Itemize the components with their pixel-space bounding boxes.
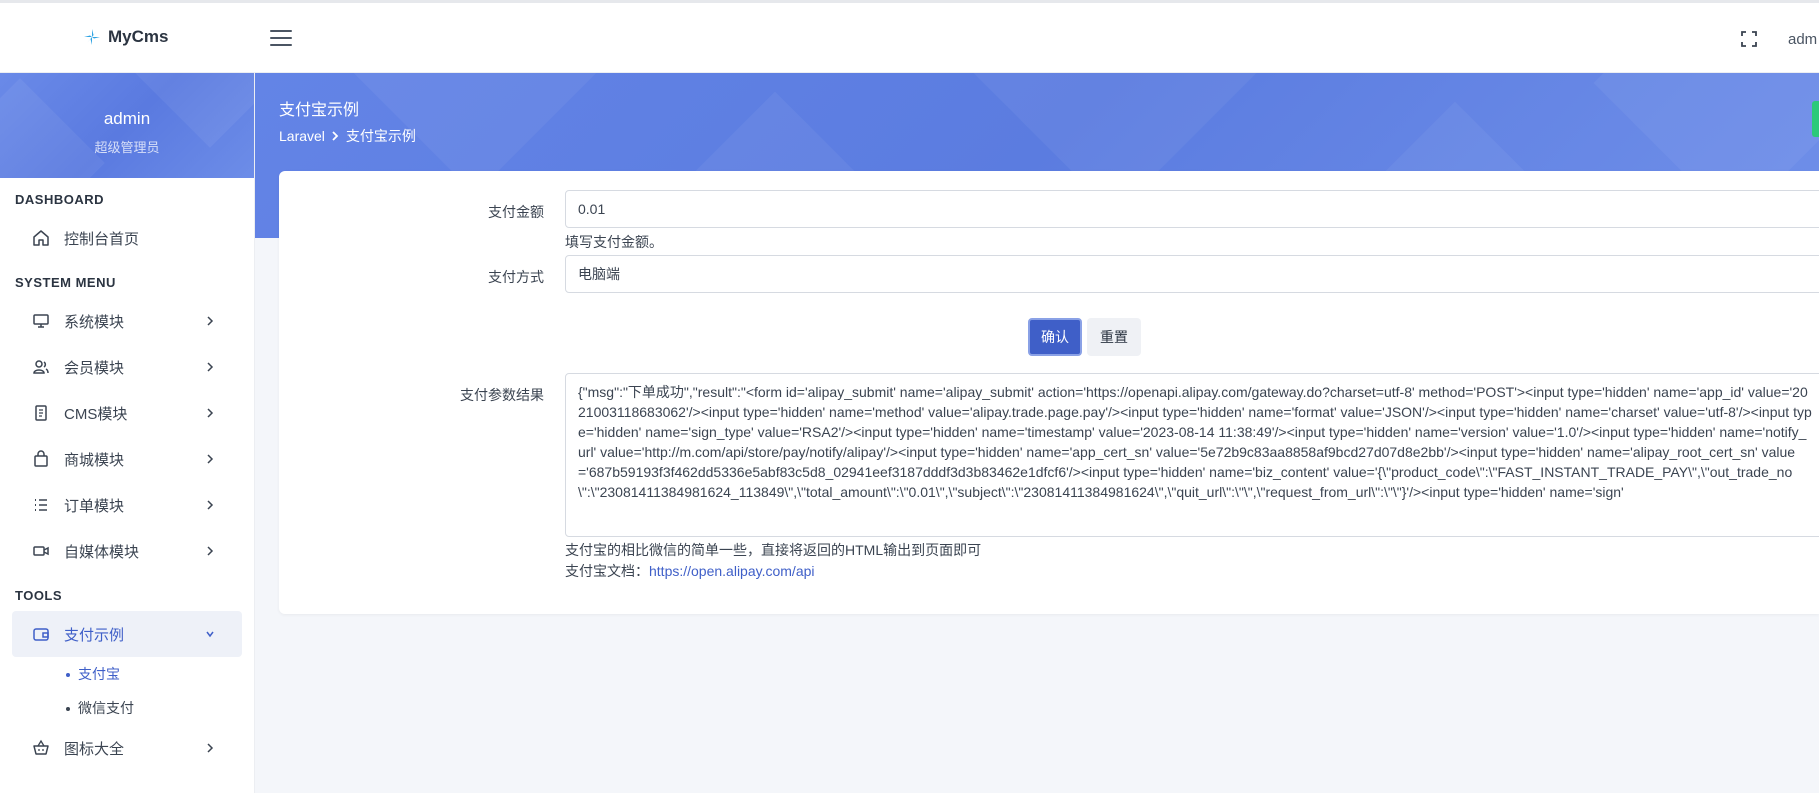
reset-button[interactable]: 重置 <box>1087 318 1141 356</box>
list-icon <box>32 496 50 514</box>
result-help-text: 支付宝的相比微信的简单一些，直接将返回的HTML输出到页面即可 <box>565 542 982 558</box>
brand-name: MyCms <box>108 27 169 46</box>
settings-tab-button[interactable] <box>1812 101 1819 137</box>
amount-input[interactable]: 0.01 <box>565 190 1819 228</box>
chevron-right-icon <box>207 743 214 753</box>
sidebar-item-shop-module[interactable]: 商城模块 <box>0 436 254 482</box>
sidebar-item-payment-demo[interactable]: 支付示例 <box>12 611 242 657</box>
home-icon <box>32 229 50 247</box>
bag-icon <box>32 450 50 468</box>
method-value: 电脑端 <box>578 266 620 282</box>
users-icon <box>32 358 50 376</box>
top-navbar: MyCms adm <box>0 0 1819 73</box>
amount-label: 支付金额 <box>488 204 544 220</box>
sidebar-subitem-label: 微信支付 <box>78 700 134 716</box>
sidebar-item-label: 订单模块 <box>64 497 125 515</box>
fullscreen-icon[interactable] <box>1741 31 1757 47</box>
bullet-icon <box>66 707 70 711</box>
chevron-right-icon <box>207 500 214 510</box>
document-icon <box>32 404 50 422</box>
video-icon <box>32 542 50 560</box>
chevron-right-icon <box>332 131 339 141</box>
section-dashboard: DASHBOARD <box>15 192 104 207</box>
chevron-right-icon <box>207 362 214 372</box>
basket-icon <box>32 739 50 757</box>
sidebar-item-label: 支付示例 <box>64 626 125 644</box>
sidebar-item-system-module[interactable]: 系统模块 <box>0 298 254 344</box>
sidebar-user-role: 超级管理员 <box>94 140 160 155</box>
sidebar-subitem-wechat-pay[interactable]: 微信支付 <box>0 691 254 725</box>
chevron-right-icon <box>207 546 214 556</box>
wallet-icon <box>32 625 50 643</box>
breadcrumb: Laravel 支付宝示例 <box>279 126 416 146</box>
alipay-doc-link[interactable]: https://open.alipay.com/api <box>649 563 815 579</box>
chevron-down-icon <box>206 631 214 638</box>
sidebar: admin 超级管理员 DASHBOARD 控制台首页 SYSTEM MENU … <box>0 73 255 793</box>
chevron-right-icon <box>207 316 214 326</box>
confirm-button[interactable]: 确认 <box>1028 318 1082 356</box>
amount-help-text: 填写支付金额。 <box>565 234 663 250</box>
amount-value: 0.01 <box>578 201 606 217</box>
chevron-right-icon <box>207 454 214 464</box>
user-menu[interactable]: adm <box>1788 31 1817 48</box>
sidebar-subitem-label: 支付宝 <box>78 666 120 682</box>
bullet-icon <box>66 673 70 677</box>
page-title: 支付宝示例 <box>279 102 360 119</box>
sidebar-user-name: admin <box>103 109 151 128</box>
sidebar-item-label: 图标大全 <box>64 740 125 758</box>
breadcrumb-root[interactable]: Laravel <box>279 128 325 144</box>
result-label: 支付参数结果 <box>460 387 544 403</box>
doc-link-line: 支付宝文档：https://open.alipay.com/api <box>565 561 815 581</box>
sidebar-item-label: 商城模块 <box>64 451 125 469</box>
sidebar-item-label: 会员模块 <box>64 359 125 377</box>
method-label: 支付方式 <box>488 269 544 285</box>
sidebar-item-label: 控制台首页 <box>64 230 140 248</box>
logo-icon <box>84 29 100 45</box>
sidebar-item-label: 系统模块 <box>64 313 125 331</box>
sidebar-item-label: 自媒体模块 <box>64 543 140 561</box>
sidebar-subitem-alipay[interactable]: 支付宝 <box>0 657 254 691</box>
sidebar-item-icons[interactable]: 图标大全 <box>0 725 254 771</box>
monitor-icon <box>32 312 50 330</box>
section-system-menu: SYSTEM MENU <box>15 275 116 290</box>
doc-prefix: 支付宝文档： <box>565 563 649 579</box>
sidebar-item-dashboard-home[interactable]: 控制台首页 <box>0 215 254 261</box>
sidebar-item-order-module[interactable]: 订单模块 <box>0 482 254 528</box>
menu-toggle-icon[interactable] <box>270 30 292 48</box>
sidebar-item-media-module[interactable]: 自媒体模块 <box>0 528 254 574</box>
user-panel: admin 超级管理员 <box>0 73 254 178</box>
breadcrumb-current: 支付宝示例 <box>345 128 416 144</box>
section-tools: TOOLS <box>15 588 63 603</box>
method-select[interactable]: 电脑端 <box>565 255 1819 293</box>
brand-logo[interactable]: MyCms <box>82 27 168 47</box>
result-textarea[interactable]: {"msg":"下单成功","result":"<form id='alipay… <box>565 373 1819 537</box>
sidebar-item-cms-module[interactable]: CMS模块 <box>0 390 254 436</box>
chevron-right-icon <box>207 408 214 418</box>
payment-form-card: 支付金额 0.01 填写支付金额。 支付方式 电脑端 确认 重置 支付参数结果 … <box>279 171 1819 614</box>
sidebar-item-member-module[interactable]: 会员模块 <box>0 344 254 390</box>
sidebar-item-label: CMS模块 <box>64 405 128 423</box>
